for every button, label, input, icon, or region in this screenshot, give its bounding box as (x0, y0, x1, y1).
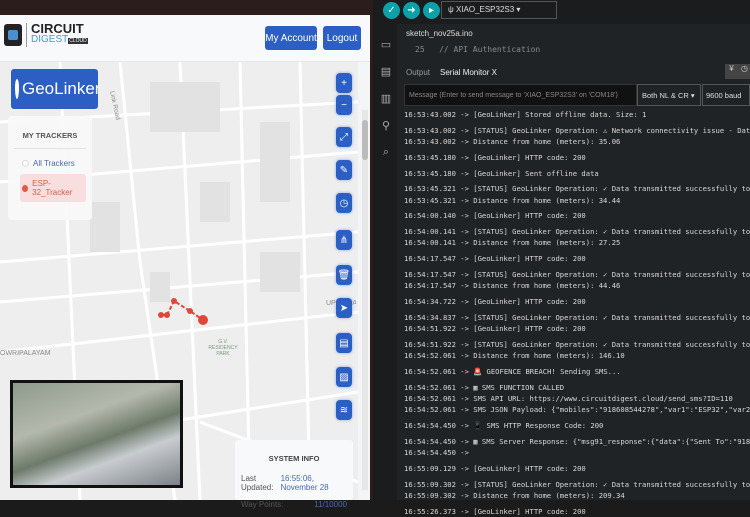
close-tab-icon: X (491, 68, 497, 77)
serial-line: 16:54:34.722 -> [GeoLinker] HTTP code: 2… (404, 296, 586, 306)
system-info-title: SYSTEM INFO (268, 454, 320, 463)
boards-icon[interactable]: ▤ (375, 65, 397, 78)
delete-button[interactable]: 🗑 (336, 265, 352, 285)
upload-button[interactable]: ➜ (403, 2, 420, 19)
last-updated-value: 16:55:06, November 28 (280, 474, 329, 492)
navigate-button[interactable]: ➤ (336, 298, 352, 318)
layout-button[interactable]: ▤ (336, 333, 352, 353)
serial-line: 16:53:45.180 -> [GeoLinker] HTTP code: 2… (404, 152, 586, 162)
serial-line: 16:53:45.180 -> [GeoLinker] Sent offline… (404, 168, 599, 178)
fullscreen-button[interactable]: ⤢ (336, 127, 352, 147)
serial-line: 16:54:52.061 -> SMS JSON Payload: {"mobi… (404, 405, 750, 415)
serial-line: 16:54:00.140 -> [GeoLinker] HTTP code: 2… (404, 211, 586, 221)
tab-output[interactable]: Output (406, 68, 430, 77)
line-ending-select[interactable]: Both NL & CR ▾ (637, 84, 701, 106)
ide-sidebar: ▭ ▤ ▥ ⚲ ⌕ (375, 24, 397, 500)
timestamp-icon[interactable]: ◷ (738, 64, 750, 79)
zoom-in-button[interactable]: + (336, 73, 352, 93)
track-point[interactable] (171, 298, 177, 304)
serial-line: 16:53:45.321 -> [STATUS] GeoLinker Opera… (404, 184, 750, 194)
serial-line: 16:55:09.302 -> [STATUS] GeoLinker Opera… (404, 479, 750, 489)
debug-icon[interactable]: ⚲ (375, 119, 397, 132)
measure-button[interactable]: ✎ (336, 160, 352, 180)
library-icon[interactable]: ▥ (375, 92, 397, 105)
debug-button[interactable]: ▸ (423, 2, 440, 19)
layers-button[interactable]: ≋ (336, 400, 352, 420)
zoom-out-button[interactable]: − (336, 95, 352, 115)
trackers-title: MY TRACKERS (14, 116, 86, 149)
share-button[interactable]: ⋔ (336, 230, 352, 250)
brand-name: GeoLinker (22, 79, 101, 98)
verify-button[interactable]: ✓ (383, 2, 400, 19)
baud-rate-select[interactable]: 9600 baud (702, 84, 750, 106)
trackers-panel: MY TRACKERS All Trackers ESP-32_Tracker (8, 116, 92, 220)
location-pin-icon (15, 79, 19, 99)
radio-icon (22, 184, 29, 192)
serial-line: 16:54:17.547 -> [STATUS] GeoLinker Opera… (404, 269, 750, 279)
track-point[interactable] (198, 315, 208, 325)
history-button[interactable]: ◷ (336, 193, 352, 213)
system-info-panel: SYSTEM INFO Last Updated: 16:55:06, Novem… (235, 440, 353, 509)
serial-line: 16:54:51.922 -> [STATUS] GeoLinker Opera… (404, 339, 750, 349)
board-name: XIAO_ESP32S3 (455, 5, 515, 14)
serial-line: 16:54:52.061 -> SMS API URL: https://www… (404, 393, 733, 403)
serial-line: 16:53:45.321 -> Distance from home (mete… (404, 195, 621, 205)
last-updated-label: Last Updated: (241, 474, 274, 492)
serial-line: 16:55:09.129 -> [GeoLinker] HTTP code: 2… (404, 463, 586, 473)
serial-line: 16:54:00.141 -> [STATUS] GeoLinker Opera… (404, 227, 750, 237)
serial-line: 16:54:54.450 -> 📱 SMS HTTP Response Code… (404, 421, 604, 431)
track-point[interactable] (187, 308, 193, 314)
file-tab[interactable]: sketch_nov25a.ino (406, 29, 473, 38)
serial-line: 16:55:26.373 -> [GeoLinker] HTTP code: 2… (404, 506, 586, 516)
serial-line: 16:54:17.547 -> Distance from home (mete… (404, 281, 621, 291)
arduino-ide: ✓ ➜ ▸ ψ XIAO_ESP32S3 ▾ ▭ ▤ ▥ ⚲ ⌕ sketch_… (375, 0, 750, 516)
serial-line: 16:53:43.002 -> Distance from home (mete… (404, 137, 621, 147)
code-line: 25 // API Authentication (415, 45, 541, 54)
tracker-esp32[interactable]: ESP-32_Tracker (20, 174, 86, 202)
board-selector[interactable]: ψ XIAO_ESP32S3 ▾ (441, 1, 557, 19)
search-icon[interactable]: ⌕ (375, 146, 397, 159)
browser-window: CIRCUIT DIGESTCLOUD My Account Logout Li… (0, 0, 373, 509)
way-points-value: 11/10000 (314, 500, 347, 509)
export-button[interactable]: ▨ (336, 367, 352, 387)
serial-line: 16:54:52.061 -> 🚨 GEOFENCE BREACH! Sendi… (404, 366, 621, 376)
serial-output: 16:53:43.002 -> [GeoLinker] Stored offli… (404, 109, 750, 517)
serial-line: 16:54:52.061 -> Distance from home (mete… (404, 351, 625, 361)
track-point[interactable] (164, 312, 170, 318)
serial-line: 16:54:34.837 -> [STATUS] GeoLinker Opera… (404, 312, 750, 322)
way-points-label: Way Points: (241, 500, 284, 509)
autoscroll-icon[interactable]: ¥ (725, 64, 738, 79)
serial-message-input[interactable]: Message (Enter to send message to 'XIAO_… (404, 84, 637, 106)
serial-line: 16:54:54.450 -> ▦ SMS Server Response: {… (404, 436, 750, 446)
radio-icon (22, 160, 29, 167)
folder-icon[interactable]: ▭ (375, 38, 397, 51)
serial-line: 16:54:52.061 -> ▦ SMS FUNCTION CALLED (404, 382, 565, 392)
serial-line: 16:54:17.547 -> [GeoLinker] HTTP code: 2… (404, 254, 586, 264)
ide-toolbar: ✓ ➜ ▸ ψ XIAO_ESP32S3 ▾ (375, 0, 750, 24)
tracker-label: All Trackers (33, 159, 75, 168)
tracker-all[interactable]: All Trackers (22, 159, 92, 168)
track-point[interactable] (158, 312, 164, 318)
serial-line: 16:53:43.002 -> [GeoLinker] Stored offli… (404, 110, 647, 119)
tracker-label: ESP-32_Tracker (32, 179, 73, 197)
geolinker-brand: GeoLinker (11, 69, 101, 109)
tab-serial-monitor[interactable]: Serial Monitor X (440, 68, 497, 77)
video-overlay (10, 380, 183, 488)
serial-line: 16:53:43.002 -> [STATUS] GeoLinker Opera… (404, 125, 750, 135)
serial-line: 16:54:00.141 -> Distance from home (mete… (404, 238, 621, 248)
serial-line: 16:54:51.922 -> [GeoLinker] HTTP code: 2… (404, 324, 586, 334)
serial-line: 16:54:54.450 -> (404, 448, 469, 458)
